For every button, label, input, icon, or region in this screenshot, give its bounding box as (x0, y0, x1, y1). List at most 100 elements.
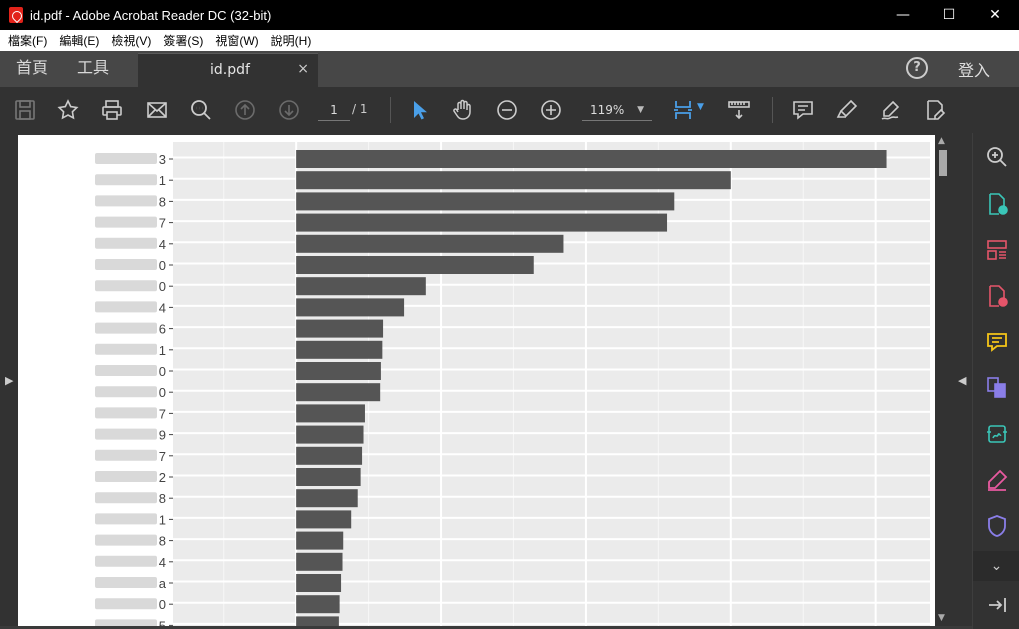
select-cursor-icon[interactable] (406, 97, 432, 123)
hand-icon[interactable] (450, 97, 476, 123)
star-icon[interactable] (55, 97, 81, 123)
zoom-level-select[interactable]: 119% ▼ (582, 99, 652, 121)
comment-icon[interactable] (790, 97, 816, 123)
bar (296, 171, 731, 190)
collapse-rail-icon[interactable]: ⌄ (973, 551, 1019, 581)
y-tick-label: 3 (159, 152, 166, 167)
tab-document[interactable]: id.pdf × (138, 53, 318, 87)
right-panel-toggle-icon[interactable]: ◀ (958, 374, 966, 387)
save-icon[interactable] (12, 97, 38, 123)
tab-tools[interactable]: 工具 (77, 51, 109, 87)
page-down-icon[interactable] (276, 97, 302, 123)
vertical-scrollbar[interactable]: ▲ ▼ (936, 133, 950, 629)
bar (296, 531, 344, 550)
sign-in-button[interactable]: 登入 (958, 57, 990, 81)
organize-pages-icon[interactable] (984, 237, 1010, 263)
menu-edit[interactable]: 編輯(E) (53, 32, 105, 49)
page-up-icon[interactable] (232, 97, 258, 123)
bar (296, 277, 426, 296)
tools-rail: ⌄ (972, 133, 1019, 629)
scroll-up-arrow[interactable]: ▲ (938, 136, 945, 146)
bar (296, 404, 365, 423)
y-tick-label: 0 (159, 597, 166, 612)
bar (296, 256, 534, 274)
export-pdf-icon[interactable] (984, 191, 1010, 217)
y-tick-label: 2 (159, 470, 166, 485)
bar (296, 552, 343, 571)
close-window-button[interactable]: ✕ (972, 0, 1018, 30)
redacted-label-blur (95, 343, 157, 355)
toolbar: 1 / 1 119% ▼ ▼ (0, 87, 1019, 133)
export-arrow-icon[interactable] (984, 592, 1010, 618)
page-number-input[interactable]: 1 (318, 99, 350, 121)
fill-sign-icon[interactable] (922, 97, 948, 123)
redacted-label-blur (95, 195, 157, 207)
bar (296, 595, 340, 614)
redacted-label-blur (95, 322, 157, 334)
minimize-button[interactable]: — (880, 0, 926, 30)
email-icon[interactable] (144, 97, 170, 123)
scroll-mode-icon[interactable] (726, 97, 752, 123)
window-title: id.pdf - Adobe Acrobat Reader DC (32-bit… (30, 7, 272, 23)
menu-help[interactable]: 說明(H) (265, 32, 318, 49)
fill-sign-icon[interactable] (984, 421, 1010, 447)
bar-chart: 31874004610079728184a05 (95, 142, 930, 629)
document-viewport[interactable]: ▶ 31874004610079728184a05 ▲ ▼ ◀ (0, 133, 972, 629)
y-tick-label: 8 (159, 194, 166, 209)
protect-icon[interactable] (984, 513, 1010, 539)
scroll-down-arrow[interactable]: ▼ (938, 613, 945, 623)
bar (296, 362, 381, 380)
redacted-label-blur (95, 386, 157, 398)
left-panel-toggle-icon[interactable]: ▶ (5, 374, 13, 387)
pdf-page: 31874004610079728184a05 (18, 135, 935, 629)
scrollbar-thumb[interactable] (939, 150, 947, 176)
redacted-label-blur (95, 407, 157, 419)
page-total-label: / 1 (352, 102, 368, 116)
y-tick-label: 0 (159, 364, 166, 379)
comment-icon[interactable] (984, 329, 1010, 355)
redacted-label-blur (95, 534, 157, 546)
y-tick-label: 0 (159, 385, 166, 400)
menu-file[interactable]: 檔案(F) (2, 32, 53, 49)
acrobat-app-icon (9, 7, 23, 23)
redacted-label-blur (95, 216, 157, 228)
zoom-in-icon[interactable] (538, 97, 564, 123)
y-tick-label: 4 (159, 237, 166, 252)
zoom-out-icon[interactable] (494, 97, 520, 123)
menu-bar: 檔案(F) 編輯(E) 檢視(V) 簽署(S) 視窗(W) 說明(H) (0, 30, 1019, 51)
fit-page-dropdown-caret[interactable]: ▼ (697, 102, 704, 112)
maximize-button[interactable]: ☐ (926, 0, 972, 30)
y-tick-label: 8 (159, 491, 166, 506)
redacted-label-blur (95, 301, 157, 313)
y-tick-label: 1 (159, 512, 166, 527)
bar (296, 213, 668, 232)
redacted-label-blur (95, 555, 157, 567)
combine-files-icon[interactable] (984, 375, 1010, 401)
y-tick-label: 1 (159, 343, 166, 358)
zoom-search-icon[interactable] (188, 97, 214, 123)
close-tab-icon[interactable]: × (297, 61, 309, 77)
create-pdf-icon[interactable] (984, 283, 1010, 309)
chevron-down-icon: ▼ (637, 105, 644, 115)
bar (296, 340, 383, 359)
menu-window[interactable]: 視窗(W) (209, 32, 264, 49)
y-tick-label: 1 (159, 173, 166, 188)
highlight-icon[interactable] (834, 97, 860, 123)
zoom-level-value: 119% (590, 103, 625, 117)
y-tick-label: 0 (159, 279, 166, 294)
redacted-label-blur (95, 259, 157, 270)
sign-icon[interactable] (878, 97, 904, 123)
bar (296, 574, 342, 592)
sign-pen-icon[interactable] (984, 467, 1010, 493)
tab-home[interactable]: 首頁 (16, 51, 48, 87)
search-zoom-icon[interactable] (984, 144, 1010, 170)
help-icon[interactable]: ? (906, 57, 928, 79)
print-icon[interactable] (99, 97, 125, 123)
redacted-label-blur (95, 428, 157, 440)
bar (296, 150, 887, 168)
fit-page-icon[interactable] (670, 97, 696, 123)
menu-view[interactable]: 檢視(V) (105, 32, 157, 49)
redacted-label-blur (95, 174, 157, 186)
y-tick-label: 7 (159, 449, 166, 464)
menu-sign[interactable]: 簽署(S) (157, 32, 209, 49)
